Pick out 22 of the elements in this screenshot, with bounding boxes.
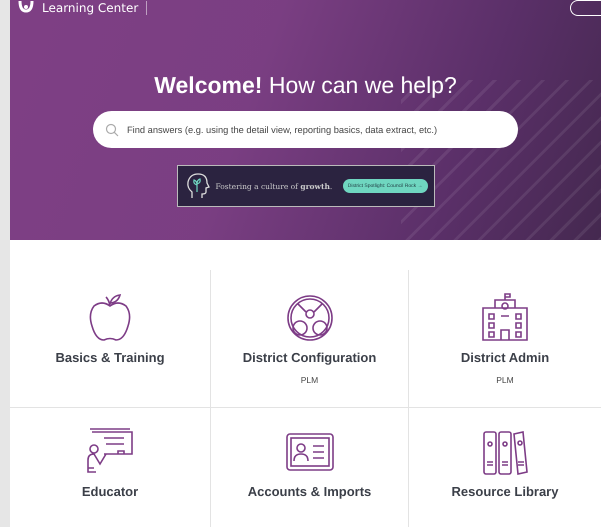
search-field[interactable]: Find answers (e.g. using the detail view, reporting basics, data extract, etc.) — [93, 111, 518, 148]
category-title: District Admin — [460, 350, 550, 365]
category-card[interactable]: District Admin PLM — [408, 270, 601, 407]
header-button[interactable] — [570, 0, 601, 16]
category-subtitle: PLM — [300, 375, 318, 385]
category-card[interactable]: Accounts & Imports — [210, 407, 408, 527]
logo-icon — [18, 1, 34, 15]
category-card[interactable]: Resource Library — [408, 407, 601, 527]
welcome-heading: Welcome! — [154, 72, 262, 98]
category-title: District Configuration — [242, 350, 376, 365]
category-subtitle: PLM — [496, 375, 514, 385]
category-title: Resource Library — [452, 484, 558, 499]
category-title: Educator — [82, 484, 138, 499]
category-title: Basics & Training — [55, 350, 165, 365]
category-title: Accounts & Imports — [248, 484, 372, 499]
site-title[interactable]: Learning Center — [42, 1, 138, 15]
help-heading: How can we help? — [268, 72, 457, 98]
head-sprout-icon — [186, 173, 210, 199]
school-building-icon — [479, 292, 531, 344]
category-card[interactable]: District Configuration PLM — [210, 270, 408, 407]
category-card[interactable]: Basics & Training — [10, 270, 210, 407]
category-card[interactable]: Educator — [10, 407, 210, 527]
